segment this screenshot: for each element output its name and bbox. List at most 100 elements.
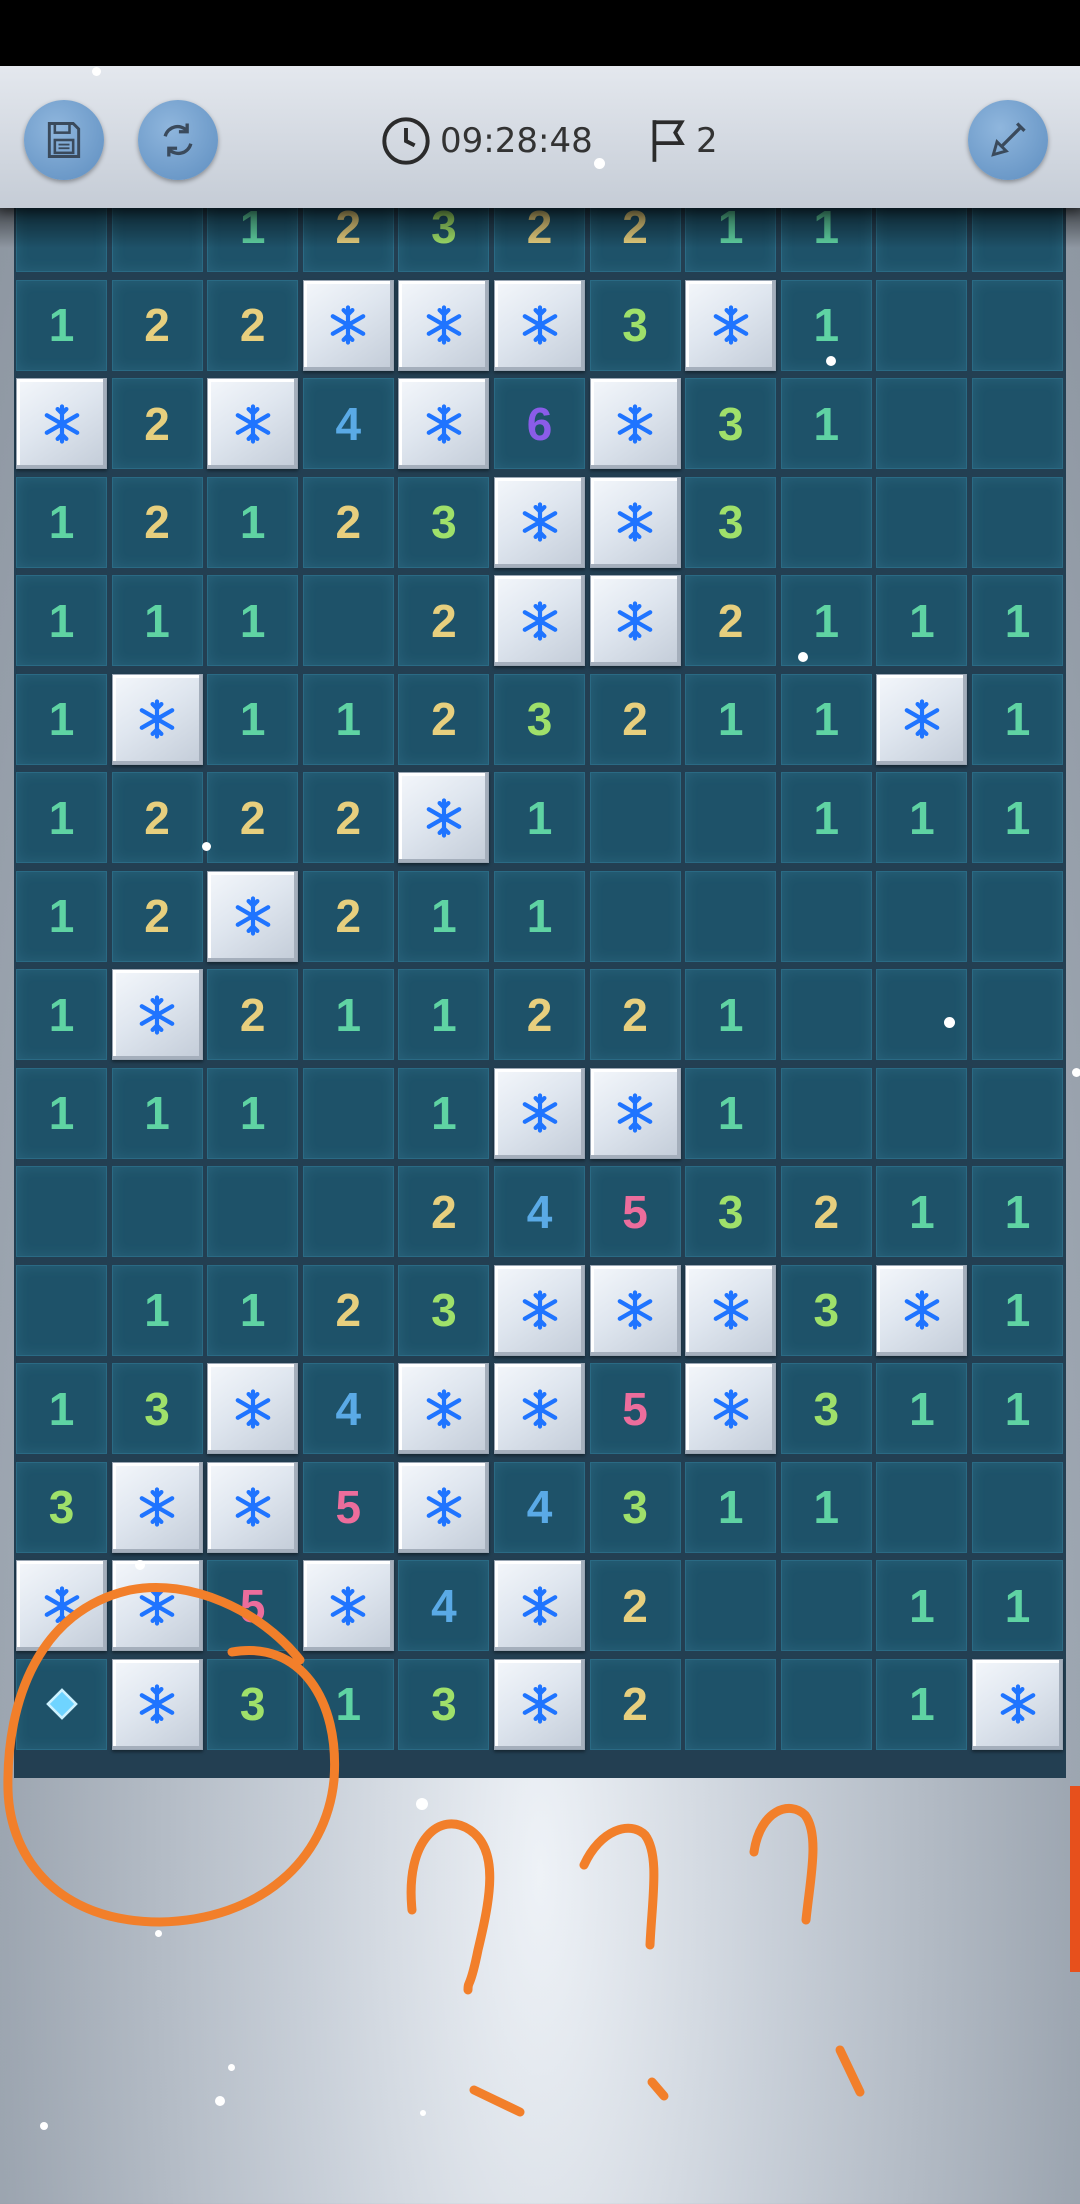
flagged-tile[interactable] [111, 969, 203, 1060]
number-tile[interactable]: 2 [780, 1166, 872, 1257]
number-tile[interactable]: 1 [876, 1560, 968, 1651]
empty-tile[interactable] [589, 772, 681, 863]
number-tile[interactable]: 1 [685, 206, 777, 272]
save-button[interactable] [24, 100, 104, 180]
number-tile[interactable]: 5 [589, 1363, 681, 1454]
number-tile[interactable]: 2 [589, 969, 681, 1060]
number-tile[interactable]: 1 [685, 673, 777, 765]
number-tile[interactable]: 1 [876, 1166, 968, 1257]
number-tile[interactable]: 2 [302, 476, 394, 568]
side-tab[interactable] [1070, 1786, 1080, 1972]
number-tile[interactable]: 1 [780, 378, 872, 469]
empty-tile[interactable] [302, 1067, 394, 1159]
number-tile[interactable]: 1 [685, 1067, 777, 1159]
empty-tile[interactable] [876, 206, 968, 272]
flagged-tile[interactable] [494, 1658, 585, 1750]
empty-tile[interactable] [685, 1658, 777, 1750]
empty-tile[interactable] [972, 279, 1063, 371]
empty-tile[interactable] [207, 1166, 299, 1257]
empty-tile[interactable] [972, 969, 1063, 1060]
number-tile[interactable]: 3 [398, 1658, 490, 1750]
empty-tile[interactable] [16, 206, 107, 272]
flagged-tile[interactable] [398, 1461, 490, 1553]
number-tile[interactable]: 1 [398, 969, 490, 1060]
flagged-tile[interactable] [16, 378, 107, 469]
number-tile[interactable]: 1 [207, 673, 299, 765]
number-tile[interactable]: 2 [111, 772, 203, 863]
number-tile[interactable]: 2 [111, 476, 203, 568]
number-tile[interactable]: 1 [876, 575, 968, 666]
empty-tile[interactable] [685, 870, 777, 962]
number-tile[interactable]: 3 [685, 378, 777, 469]
number-tile[interactable]: 5 [589, 1166, 681, 1257]
flagged-tile[interactable] [111, 673, 203, 765]
flagged-tile[interactable] [111, 1461, 203, 1553]
number-tile[interactable]: 4 [494, 1461, 585, 1553]
number-tile[interactable]: 1 [972, 1166, 1063, 1257]
number-tile[interactable]: 1 [207, 1264, 299, 1356]
number-tile[interactable]: 3 [398, 206, 490, 272]
number-tile[interactable]: 1 [876, 1658, 968, 1750]
flagged-tile[interactable] [494, 1264, 585, 1356]
empty-tile[interactable] [16, 1166, 107, 1257]
number-tile[interactable]: 1 [685, 1461, 777, 1553]
number-tile[interactable]: 1 [207, 1067, 299, 1159]
number-tile[interactable]: 3 [207, 1658, 299, 1750]
empty-tile[interactable] [685, 772, 777, 863]
empty-tile[interactable] [16, 1264, 107, 1356]
number-tile[interactable]: 1 [494, 772, 585, 863]
number-tile[interactable]: 4 [302, 1363, 394, 1454]
number-tile[interactable]: 1 [207, 575, 299, 666]
empty-tile[interactable] [972, 206, 1063, 272]
flagged-tile[interactable] [302, 279, 394, 371]
flagged-tile[interactable] [207, 1461, 299, 1553]
number-tile[interactable]: 3 [685, 1166, 777, 1257]
flagged-tile[interactable] [972, 1658, 1063, 1750]
restart-button[interactable] [138, 100, 218, 180]
number-tile[interactable]: 6 [494, 378, 585, 469]
flagged-tile[interactable] [207, 870, 299, 962]
number-tile[interactable]: 3 [16, 1461, 107, 1553]
number-tile[interactable]: 1 [972, 1363, 1063, 1454]
number-tile[interactable]: 3 [398, 476, 490, 568]
number-tile[interactable]: 3 [589, 279, 681, 371]
number-tile[interactable]: 5 [302, 1461, 394, 1553]
flagged-tile[interactable] [685, 279, 777, 371]
number-tile[interactable]: 1 [207, 476, 299, 568]
empty-tile[interactable] [780, 1560, 872, 1651]
empty-tile[interactable] [780, 476, 872, 568]
empty-tile[interactable] [111, 1166, 203, 1257]
number-tile[interactable]: 3 [685, 476, 777, 568]
number-tile[interactable]: 1 [780, 673, 872, 765]
number-tile[interactable]: 1 [16, 476, 107, 568]
flagged-tile[interactable] [494, 279, 585, 371]
empty-tile[interactable] [972, 1067, 1063, 1159]
empty-tile[interactable] [876, 279, 968, 371]
number-tile[interactable]: 1 [780, 575, 872, 666]
number-tile[interactable]: 1 [972, 1264, 1063, 1356]
number-tile[interactable]: 4 [494, 1166, 585, 1257]
number-tile[interactable]: 3 [111, 1363, 203, 1454]
empty-tile[interactable] [780, 1658, 872, 1750]
flagged-tile[interactable] [207, 1363, 299, 1454]
empty-tile[interactable] [111, 206, 203, 272]
marked-tile[interactable] [16, 1658, 107, 1750]
empty-tile[interactable] [780, 969, 872, 1060]
number-tile[interactable]: 1 [16, 673, 107, 765]
number-tile[interactable]: 1 [16, 575, 107, 666]
flagged-tile[interactable] [398, 378, 490, 469]
empty-tile[interactable] [302, 575, 394, 666]
flagged-tile[interactable] [876, 673, 968, 765]
number-tile[interactable]: 1 [876, 772, 968, 863]
number-tile[interactable]: 1 [16, 870, 107, 962]
number-tile[interactable]: 1 [16, 1363, 107, 1454]
number-tile[interactable]: 2 [589, 1560, 681, 1651]
number-tile[interactable]: 2 [111, 870, 203, 962]
number-tile[interactable]: 1 [398, 1067, 490, 1159]
empty-tile[interactable] [780, 870, 872, 962]
flagged-tile[interactable] [589, 476, 681, 568]
empty-tile[interactable] [876, 1067, 968, 1159]
flagged-tile[interactable] [494, 1067, 585, 1159]
number-tile[interactable]: 2 [302, 870, 394, 962]
flagged-tile[interactable] [876, 1264, 968, 1356]
